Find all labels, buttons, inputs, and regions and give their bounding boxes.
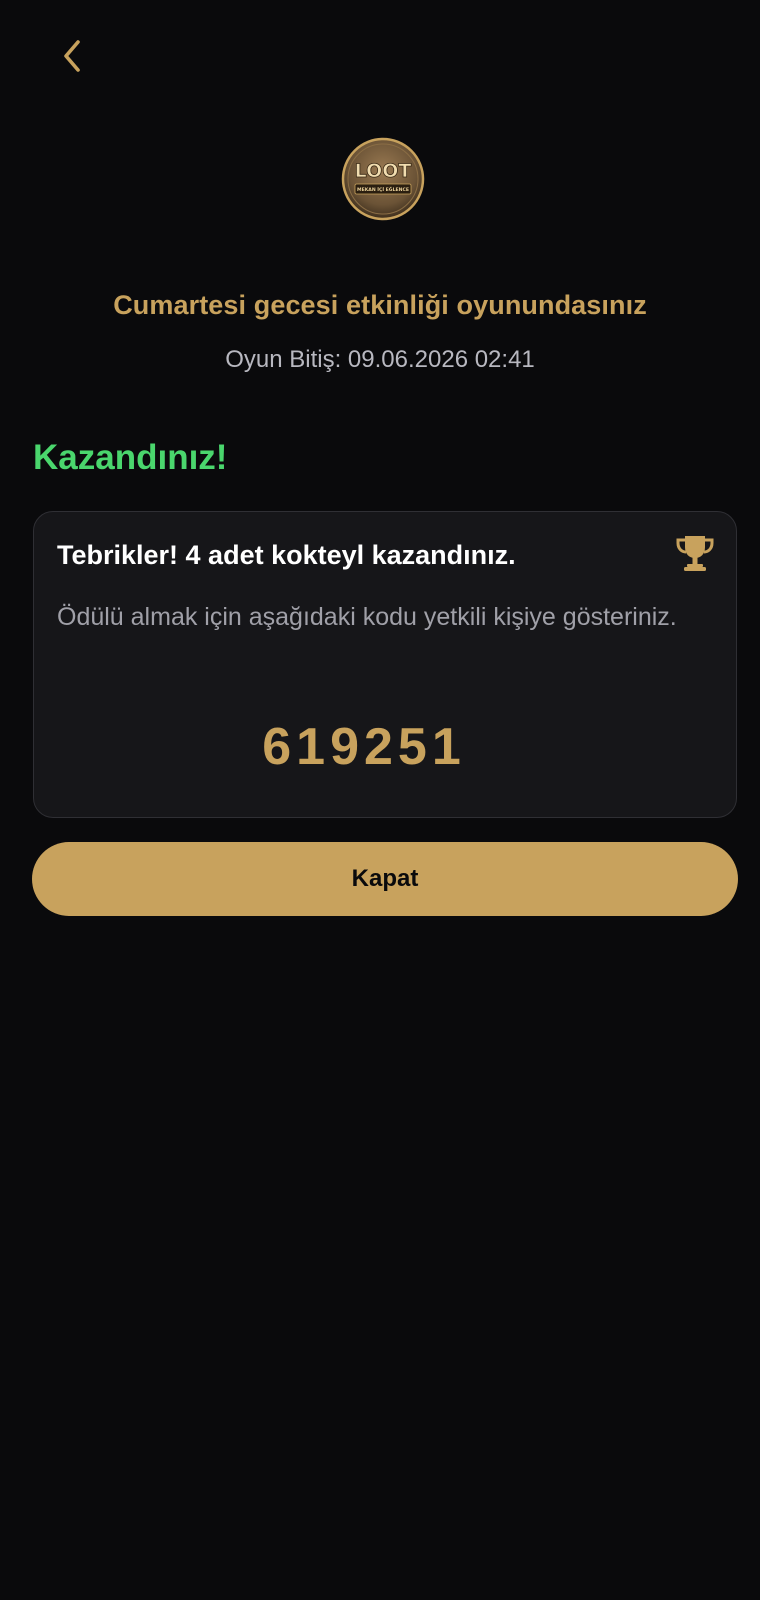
reward-code: 619251: [262, 718, 466, 776]
close-button[interactable]: Kapat: [32, 842, 738, 916]
reward-instructions: Ödülü almak için aşağıdaki kodu yetkili …: [57, 603, 677, 631]
logo-text: LOOT: [355, 160, 412, 182]
loot-logo: LOOT MEKAN İÇİ EĞLENCE: [341, 137, 425, 221]
logo-tagline: MEKAN İÇİ EĞLENCE: [357, 186, 409, 193]
win-heading: Kazandınız!: [33, 438, 228, 477]
chevron-left-icon: [64, 40, 80, 72]
event-title: Cumartesi gecesi etkinliği oyunundasınız: [113, 290, 647, 320]
reward-title: Tebrikler! 4 adet kokteyl kazandınız.: [57, 540, 516, 570]
game-end-time: Oyun Bitiş: 09.06.2026 02:41: [225, 346, 535, 373]
trophy-icon: [674, 532, 716, 574]
reward-card: Tebrikler! 4 adet kokteyl kazandınız. Öd…: [33, 511, 737, 818]
back-button[interactable]: [50, 34, 94, 78]
